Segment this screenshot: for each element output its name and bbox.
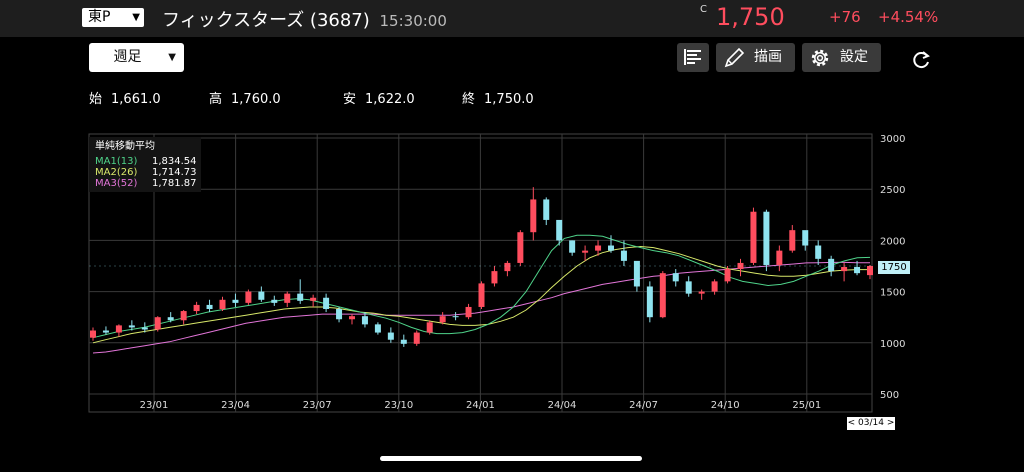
candle-body: [439, 316, 446, 323]
candle-body: [128, 325, 135, 328]
candle-body: [854, 267, 861, 274]
candle-body: [530, 199, 537, 233]
candle-body: [815, 245, 822, 259]
candle-body: [504, 262, 511, 272]
x-tick-label: 23/04: [221, 400, 250, 411]
candle-body: [595, 245, 602, 251]
candle-body: [556, 219, 563, 241]
y-tick-label: 2500: [880, 185, 905, 196]
candle-body: [102, 330, 109, 333]
candle-body: [258, 291, 265, 300]
legend-title: 単純移動平均: [95, 141, 155, 152]
candle-body: [374, 324, 381, 333]
y-tick-label: 1000: [880, 339, 905, 350]
x-tick-label: 24/10: [711, 400, 740, 411]
candle-body: [297, 293, 304, 301]
ma1-value: 1,834.54: [152, 156, 197, 167]
candle-body: [465, 306, 472, 318]
candle-body: [828, 258, 835, 272]
candle-body: [413, 332, 420, 344]
x-tick-label: 24/01: [466, 400, 495, 411]
candle-body: [646, 286, 653, 318]
candle-body: [608, 245, 614, 251]
candle-body: [698, 291, 705, 294]
candle-body: [633, 260, 640, 287]
candle-body: [167, 317, 174, 321]
candle-body: [517, 232, 524, 263]
candle-body: [711, 281, 718, 292]
candle-body: [90, 330, 96, 338]
candle-body: [154, 317, 161, 330]
ma1-label: MA1(13): [95, 156, 138, 167]
candle-body: [180, 311, 187, 321]
candle-body: [400, 339, 407, 344]
ma3-label: MA3(52): [95, 178, 138, 189]
candle-body: [232, 299, 239, 303]
candle-body: [867, 266, 873, 276]
candle-body: [672, 273, 679, 282]
candle-body: [193, 304, 200, 312]
x-tick-label: 23/01: [140, 400, 169, 411]
candle-body: [491, 271, 498, 284]
candle-body: [659, 273, 666, 318]
candle-body: [478, 283, 485, 307]
x-tick-label: 25/01: [792, 400, 821, 411]
candle-body: [387, 332, 394, 340]
candle-body: [763, 211, 770, 265]
candle-body: [271, 299, 278, 303]
candle-body: [789, 230, 796, 251]
candle-body: [284, 293, 291, 303]
candle-body: [569, 240, 576, 253]
candle-body: [310, 297, 317, 301]
price-chart[interactable]: 3000 2500 2000 1500 1000 500 23/01 23/04 23/07 23…: [0, 0, 1024, 472]
candle-body: [724, 269, 731, 282]
candle-body: [426, 322, 433, 333]
candle-body: [543, 199, 550, 220]
ma2-label: MA2(26): [95, 167, 138, 178]
candle-body: [141, 327, 148, 330]
candle-body: [206, 304, 213, 310]
x-tick-label: 24/04: [548, 400, 577, 411]
candle-body: [841, 267, 848, 272]
candle-body: [323, 297, 330, 310]
candle-body: [802, 230, 809, 246]
y-tick-label: 500: [880, 390, 899, 401]
y-tick-label: 1500: [880, 288, 905, 299]
last-price-tag: 1750: [878, 261, 910, 274]
candle-body: [349, 316, 355, 320]
candle-body: [115, 325, 122, 333]
candle-body: [685, 281, 692, 294]
ma3-value: 1,781.87: [152, 178, 197, 189]
candle-body: [452, 316, 459, 318]
x-tick-label: 24/07: [629, 400, 658, 411]
ma2-value: 1,714.73: [152, 167, 197, 178]
candle-body: [336, 309, 343, 320]
date-cursor-tag[interactable]: < 03/14 >: [847, 417, 895, 430]
candle-body: [219, 299, 226, 310]
candle-body: [245, 291, 252, 303]
y-tick-label: 3000: [880, 134, 905, 145]
home-indicator: [380, 456, 642, 461]
candle-body: [361, 316, 368, 325]
candle-body: [620, 250, 627, 261]
x-tick-label: 23/07: [303, 400, 332, 411]
y-tick-label: 2000: [880, 236, 905, 247]
candle-body: [750, 211, 757, 263]
x-tick-label: 23/10: [384, 400, 413, 411]
candle-body: [582, 250, 589, 253]
candle-body: [776, 250, 783, 265]
